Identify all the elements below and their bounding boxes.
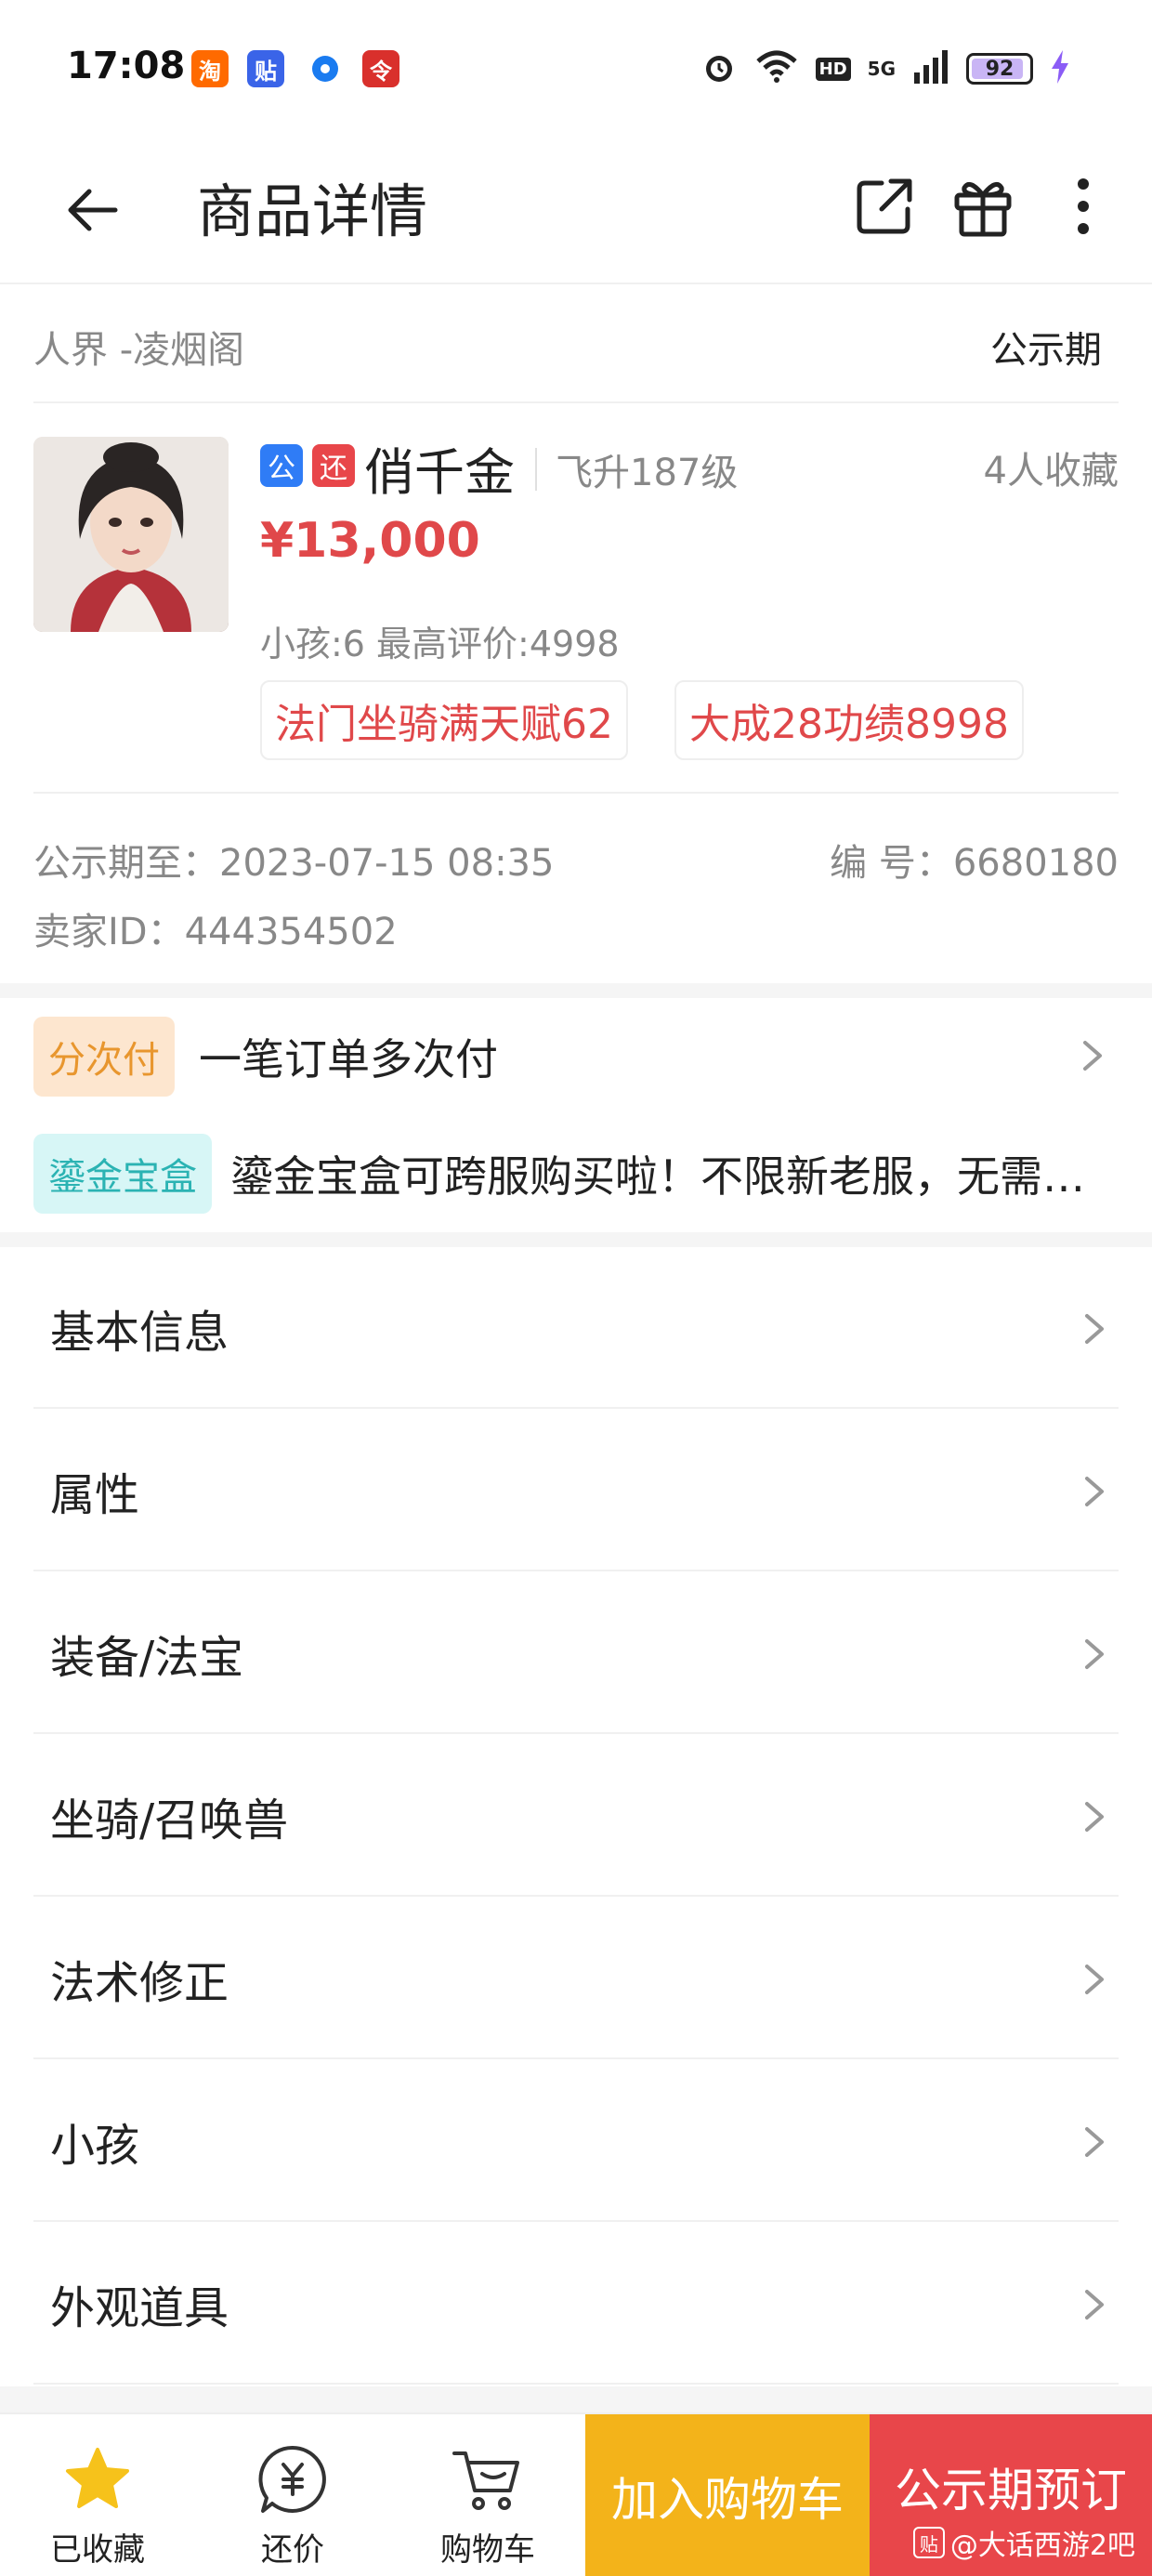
star-icon: [60, 2442, 135, 2517]
favorite-button[interactable]: 已收藏: [0, 2414, 195, 2576]
chevron-right-icon: [1085, 1639, 1104, 1669]
share-icon: [857, 178, 912, 234]
promo-gold-box[interactable]: 鎏金宝盒 鎏金宝盒可跨服购买啦！不限新老服，无需…: [33, 1115, 1119, 1232]
menu-item-label: 属性: [50, 1469, 140, 1521]
server-row: 人界 -凌烟阁 公示期: [33, 284, 1119, 403]
cart-label: 购物车: [440, 2531, 535, 2569]
watermark-text: @大话西游2吧: [949, 2530, 1135, 2562]
character-avatar[interactable]: [33, 437, 229, 632]
bargain-label: 还价: [261, 2531, 324, 2569]
product-price: ¥13,000: [260, 513, 480, 569]
status-indicators: HD 5G 92: [700, 46, 1070, 91]
menu-item-label: 法术修正: [50, 1957, 229, 2009]
taobao-icon: 淘: [191, 50, 229, 87]
gift-button[interactable]: [944, 167, 1022, 245]
menu-item-children[interactable]: 小孩: [33, 2060, 1119, 2222]
hd-badge: HD: [815, 57, 851, 81]
redpacket-icon: 令: [362, 50, 399, 87]
promo-text: 一笔订单多次付: [199, 1034, 498, 1084]
character-stats: 小孩:6 最高评价:4998: [260, 624, 620, 664]
feature-tag: 法门坐骑满天赋62: [260, 680, 628, 760]
watermark: 贴 @大话西游2吧: [912, 2522, 1135, 2563]
battery-level: 92: [985, 57, 1015, 81]
chevron-right-icon: [1085, 1314, 1104, 1344]
gift-icon: [954, 181, 1012, 237]
menu-item-label: 坐骑/召唤兽: [50, 1794, 289, 1847]
menu-item-basic-info[interactable]: 基本信息: [33, 1247, 1119, 1409]
bargain-badge: 还: [312, 444, 355, 487]
gold-box-badge: 鎏金宝盒: [33, 1134, 212, 1214]
chevron-right-icon: [1085, 1477, 1104, 1506]
menu-item-label: 基本信息: [50, 1307, 229, 1359]
page-title: 商品详情: [197, 177, 428, 245]
yen-bubble-icon: [255, 2442, 330, 2517]
bottom-action-bar: 已收藏 还价 购物车 加入购物车 公示期预订 贴 @大话西游2吧: [0, 2412, 1152, 2576]
name-divider: [535, 448, 537, 491]
shopping-cart-icon: [451, 2442, 525, 2517]
battery-indicator: 92: [966, 53, 1033, 85]
status-time: 17:08: [67, 45, 186, 87]
menu-item-spell-correction[interactable]: 法术修正: [33, 1898, 1119, 2059]
tieba-logo-icon: 贴: [912, 2527, 945, 2558]
menu-item-label: 小孩: [50, 2120, 140, 2172]
product-card[interactable]: 公 还 俏千金 飞升187级 4人收藏 ¥13,000 小孩:6 最高评价:49…: [33, 403, 1119, 794]
more-vertical-icon: [1078, 178, 1089, 234]
public-badge: 公: [260, 444, 303, 487]
cart-button[interactable]: 购物车: [390, 2414, 585, 2576]
bargain-button[interactable]: 还价: [195, 2414, 390, 2576]
arrow-left-icon: [68, 189, 118, 231]
browser-icon: [307, 50, 344, 87]
menu-item-appearance-items[interactable]: 外观道具: [33, 2223, 1119, 2385]
seller-id: 卖家ID：444354502: [33, 911, 398, 953]
promo-installment[interactable]: 分次付 一笔订单多次付: [33, 998, 1119, 1115]
chevron-right-icon: [1085, 1802, 1104, 1832]
menu-item-label: 装备/法宝: [50, 1632, 244, 1684]
serial-number: 编 号：6680180: [830, 842, 1119, 885]
favorite-label: 已收藏: [50, 2531, 145, 2569]
phase-label: 公示期: [990, 329, 1102, 372]
server-name: 人界 -凌烟阁: [33, 329, 245, 372]
menu-item-label: 外观道具: [50, 2282, 229, 2334]
chevron-right-icon: [1085, 2127, 1104, 2157]
status-bar: 17:08 淘 贴 令 HD 5G 92: [0, 0, 1152, 139]
menu-item-equipment[interactable]: 装备/法宝: [33, 1572, 1119, 1734]
character-level: 飞升187级: [556, 452, 739, 494]
wifi-icon: [754, 48, 799, 89]
chevron-right-icon: [1085, 1965, 1104, 1994]
menu-item-attributes[interactable]: 属性: [33, 1410, 1119, 1571]
menu-item-mounts-summons[interactable]: 坐骑/召唤兽: [33, 1735, 1119, 1897]
tieba-icon: 贴: [247, 50, 284, 87]
section-divider: [0, 983, 1152, 998]
chevron-right-icon: [1085, 2290, 1104, 2320]
section-divider: [0, 2386, 1152, 2412]
section-divider: [0, 1232, 1152, 1247]
favorites-count: 4人收藏: [983, 450, 1119, 493]
share-button[interactable]: [845, 167, 923, 245]
alarm-icon: [700, 48, 738, 89]
public-until: 公示期至：2023-07-15 08:35: [33, 842, 555, 885]
charging-icon: [1050, 48, 1070, 89]
installment-badge: 分次付: [33, 1017, 175, 1097]
character-name: 俏千金: [364, 443, 515, 502]
add-to-cart-button[interactable]: 加入购物车: [585, 2414, 870, 2576]
signal-icon: [912, 48, 949, 89]
app-header: 商品详情: [0, 139, 1152, 284]
listing-meta: 公示期至：2023-07-15 08:35 编 号：6680180 卖家ID：4…: [33, 795, 1119, 981]
more-button[interactable]: [1044, 167, 1122, 245]
chevron-right-icon: [1083, 1041, 1102, 1071]
feature-tag: 大成28功绩8998: [674, 680, 1024, 760]
promo-text: 鎏金宝盒可跨服购买啦！不限新老服，无需…: [230, 1151, 1085, 1202]
network-type: 5G: [867, 58, 896, 80]
back-button[interactable]: [56, 173, 130, 247]
